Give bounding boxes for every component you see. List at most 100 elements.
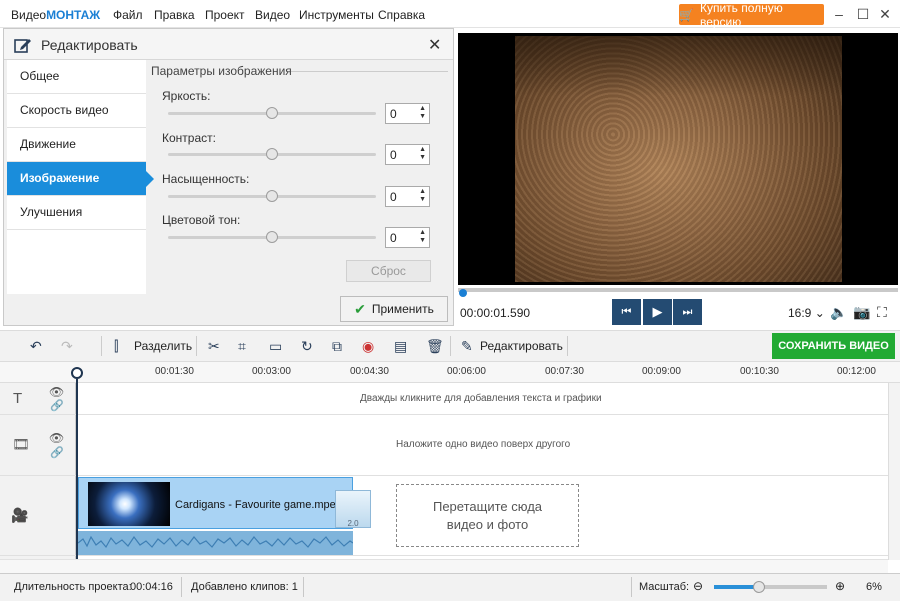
video-clip[interactable]: Cardigans - Favourite game.mpeg <box>78 477 353 529</box>
toolbar-divider <box>196 336 197 356</box>
reset-button[interactable]: Сброс <box>346 260 431 282</box>
fullscreen-icon[interactable]: ⛶ <box>877 304 887 321</box>
edit-small-icon[interactable]: ✎ <box>461 338 473 355</box>
rotate-icon[interactable]: ↻ <box>301 338 313 355</box>
app-title: ВидеоМОНТАЖ <box>11 8 101 22</box>
menu-edit[interactable]: Правка <box>154 8 195 22</box>
menu-file[interactable]: Файл <box>113 8 143 22</box>
edit-nav: Общее Скорость видео Движение Изображени… <box>7 60 154 294</box>
eye-icon[interactable]: 👁 <box>49 385 64 399</box>
track-divider <box>0 414 888 415</box>
text-track-icon: T <box>13 390 23 407</box>
overlay-track-hint[interactable]: Наложите одно видео поверх другого <box>396 439 570 450</box>
play-button[interactable]: ▶ <box>643 299 672 325</box>
zoom-in-icon[interactable]: ⊕ <box>835 579 845 593</box>
volume-icon[interactable]: 🔈 <box>830 304 847 321</box>
preview-frame-image <box>515 36 842 282</box>
ruler-tick: 00:03:00 <box>252 366 291 377</box>
insert-icon[interactable]: ▤ <box>394 338 407 355</box>
text-track-hint[interactable]: Дважды кликните для добавления текста и … <box>360 393 602 404</box>
contrast-spinbox[interactable]: 0 ▲ ▼ <box>385 144 430 165</box>
nav-speed[interactable]: Скорость видео <box>7 94 146 128</box>
menu-project[interactable]: Проект <box>205 8 245 22</box>
preview-progress-bar[interactable] <box>458 288 898 292</box>
video-camera-icon: 🎥 <box>11 507 29 523</box>
previous-frame-button[interactable]: ⏮ <box>612 299 641 325</box>
track-divider <box>0 475 888 476</box>
link-icon[interactable]: 🔗 <box>50 399 64 412</box>
nav-image[interactable]: Изображение <box>7 162 154 196</box>
playhead-handle[interactable] <box>71 367 83 379</box>
transition-block[interactable]: 2.0 <box>335 490 371 528</box>
timeline-vertical-scrollbar[interactable] <box>888 383 900 560</box>
spin-arrows-icon: ▲ ▼ <box>419 146 426 161</box>
playhead-line[interactable] <box>76 379 78 578</box>
eye-icon[interactable]: 👁 <box>49 431 64 445</box>
film-track-icon: 🎞 <box>12 436 30 452</box>
preview-progress-handle[interactable] <box>459 289 467 297</box>
contrast-label: Контраст: <box>162 131 216 145</box>
video-preview[interactable] <box>458 33 898 285</box>
nav-enhancements[interactable]: Улучшения <box>7 196 146 230</box>
camera-icon[interactable]: 📷 <box>853 304 870 321</box>
edit-button[interactable]: Редактировать <box>480 339 563 353</box>
audio-waveform[interactable] <box>78 531 353 555</box>
nav-general[interactable]: Общее <box>7 60 146 94</box>
minimize-button[interactable]: – <box>829 5 849 23</box>
aspect-ratio-select[interactable]: 16:9 ⌄ <box>788 306 825 320</box>
toolbar-divider <box>101 336 102 356</box>
edit-panel-header: Редактировать ✕ <box>4 29 453 60</box>
buy-full-version-button[interactable]: 🛒 Купить полную версию <box>679 1 824 29</box>
trash-icon[interactable]: 🗑 <box>426 338 444 355</box>
timeline-horizontal-scrollbar[interactable] <box>0 559 888 573</box>
preview-timecode: 00:00:01.590 <box>460 306 531 320</box>
close-icon[interactable]: ✕ <box>428 35 441 55</box>
contrast-slider-thumb[interactable] <box>266 148 278 160</box>
toolbar-divider <box>450 336 451 356</box>
buy-label: Купить полную версию <box>699 0 783 29</box>
zoom-frame-icon[interactable]: ⧉ <box>332 338 342 355</box>
drop-zone-text: Перетащите сюда видео и фото <box>432 498 543 532</box>
menu-video[interactable]: Видео <box>255 8 290 22</box>
redo-icon[interactable]: ↷ <box>61 338 73 355</box>
brightness-slider-thumb[interactable] <box>266 107 278 119</box>
ruler-tick: 00:04:30 <box>350 366 389 377</box>
split-icon[interactable]: ⫿ <box>114 338 118 355</box>
split-button[interactable]: Разделить <box>134 339 192 353</box>
link-icon[interactable]: 🔗 <box>50 446 64 459</box>
apply-label: Применить <box>371 302 434 316</box>
close-window-button[interactable]: ✕ <box>875 5 895 23</box>
skip-forward-icon: ⏭ <box>682 305 693 318</box>
crop-icon[interactable]: ⌗ <box>238 338 246 355</box>
zoom-label: Масштаб: <box>639 581 690 593</box>
scissors-icon[interactable]: ✂ <box>208 338 220 355</box>
brightness-spinbox[interactable]: 0 ▲ ▼ <box>385 103 430 124</box>
hue-spinbox[interactable]: 0 ▲ ▼ <box>385 227 430 248</box>
aspect-icon[interactable]: ▭ <box>269 338 282 355</box>
undo-icon[interactable]: ↶ <box>30 338 42 355</box>
effects-icon[interactable]: ◉ <box>362 338 374 355</box>
saturation-spinbox[interactable]: 0 ▲ ▼ <box>385 186 430 207</box>
ruler-tick: 00:09:00 <box>642 366 681 377</box>
spin-arrows-icon: ▲ ▼ <box>419 229 426 244</box>
saturation-slider-thumb[interactable] <box>266 190 278 202</box>
menu-help[interactable]: Справка <box>378 8 425 22</box>
ruler-tick: 00:12:00 <box>837 366 876 377</box>
media-drop-zone[interactable]: Перетащите сюда видео и фото <box>396 484 579 547</box>
hue-slider-thumb[interactable] <box>266 231 278 243</box>
clips-count: Добавлено клипов: 1 <box>191 581 298 593</box>
duration-label: Длительность проекта: <box>14 581 132 593</box>
cart-icon: 🛒 <box>679 7 694 22</box>
next-frame-button[interactable]: ⏭ <box>673 299 702 325</box>
maximize-button[interactable]: ☐ <box>853 5 873 23</box>
menu-tools[interactable]: Инструменты <box>299 8 374 22</box>
nav-motion[interactable]: Движение <box>7 128 146 162</box>
ruler-tick: 00:10:30 <box>740 366 779 377</box>
apply-button[interactable]: ✔ Применить <box>340 296 448 322</box>
spin-arrows-icon: ▲ ▼ <box>419 188 426 203</box>
save-video-button[interactable]: СОХРАНИТЬ ВИДЕО <box>772 333 895 359</box>
edit-icon <box>14 39 31 53</box>
edit-panel-title: Редактировать <box>41 37 138 53</box>
edit-panel: Редактировать ✕ Общее Скорость видео Дви… <box>3 28 454 326</box>
zoom-out-icon[interactable]: ⊖ <box>693 579 703 593</box>
